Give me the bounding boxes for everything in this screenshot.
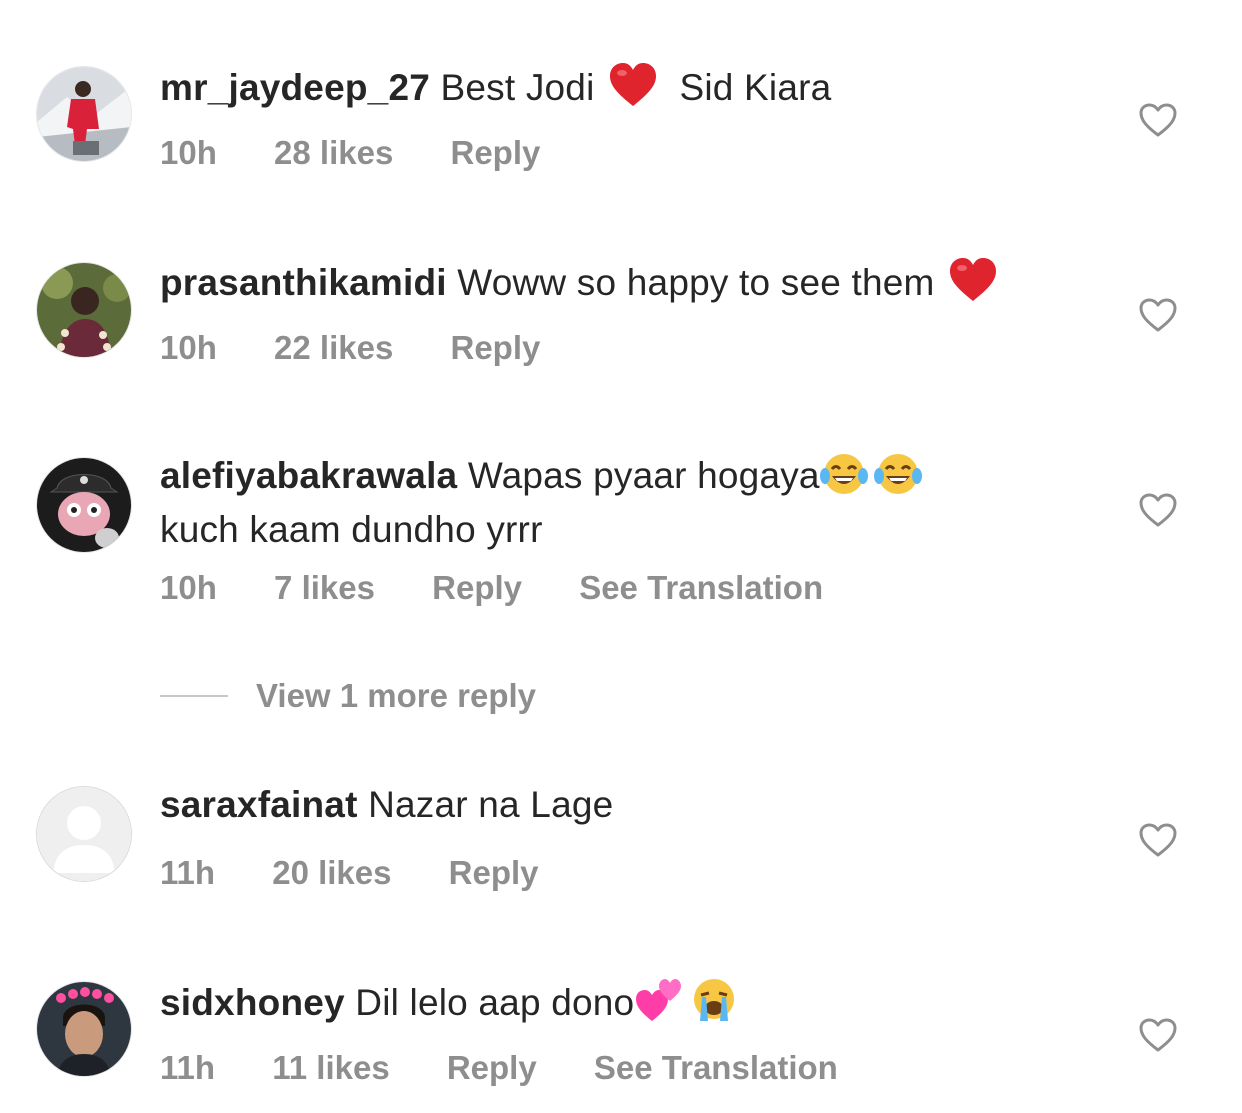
see-translation-button[interactable]: See Translation <box>579 569 823 607</box>
comment-username[interactable]: alefiyabakrawala <box>160 455 457 496</box>
comment-meta: 11h 20 likes Reply <box>160 854 587 892</box>
comment-username[interactable]: saraxfainat <box>160 784 358 825</box>
comment-username[interactable]: prasanthikamidi <box>160 262 447 303</box>
comment-likes[interactable]: 20 likes <box>272 854 391 892</box>
comment-message: Woww so happy to see them <box>457 262 935 303</box>
comment-text: saraxfainat Nazar na Lage <box>160 782 1080 828</box>
like-heart-icon[interactable] <box>1138 297 1178 333</box>
comment-message-line2: kuch kaam dundho yrrr <box>160 509 543 550</box>
like-heart-icon[interactable] <box>1138 1017 1178 1053</box>
reply-button[interactable]: Reply <box>451 134 541 172</box>
reply-button[interactable]: Reply <box>451 329 541 367</box>
comment-message: Best Jodi <box>440 67 595 108</box>
reply-button[interactable]: Reply <box>447 1049 537 1087</box>
comment-username[interactable]: mr_jaydeep_27 <box>160 67 430 108</box>
comment-message: Dil lelo aap dono <box>355 982 635 1023</box>
user-avatar[interactable] <box>36 66 132 162</box>
comment-time: 11h <box>160 1049 216 1086</box>
red-heart-icon <box>948 257 998 314</box>
user-avatar[interactable] <box>36 262 132 358</box>
comment-meta: 10h 28 likes Reply <box>160 134 588 172</box>
comment-time: 11h <box>160 854 216 891</box>
user-avatar[interactable] <box>36 981 132 1077</box>
comment-username[interactable]: sidxhoney <box>160 982 345 1023</box>
comment-time: 10h <box>160 329 217 366</box>
comment-time: 10h <box>160 134 217 171</box>
view-more-replies-label: View 1 more reply <box>256 677 537 714</box>
comment-likes[interactable]: 28 likes <box>274 134 393 172</box>
user-avatar[interactable] <box>36 457 132 553</box>
comment-meta: 11h 11 likes Reply See Translation <box>160 1049 886 1087</box>
comment-meta: 10h 7 likes Reply See Translation <box>160 569 871 607</box>
comment-text: sidxhoney Dil lelo aap dono <box>160 977 1080 1034</box>
comment-message: Wapas pyaar hogaya <box>467 455 820 496</box>
comment-text: alefiyabakrawala Wapas pyaar hogaya kuch… <box>160 452 1080 553</box>
see-translation-button[interactable]: See Translation <box>594 1049 838 1087</box>
tears-of-joy-icon <box>873 452 922 507</box>
tears-of-joy-icon <box>819 452 868 507</box>
comment-message: Nazar na Lage <box>368 784 614 825</box>
comment-likes[interactable]: 7 likes <box>274 569 375 607</box>
comment-time: 10h <box>160 569 217 606</box>
reply-button[interactable]: Reply <box>432 569 522 607</box>
comment-text: prasanthikamidi Woww so happy to see the… <box>160 257 1080 314</box>
comment-text: mr_jaydeep_27 Best Jodi Sid Kiara <box>160 62 1080 119</box>
view-more-replies-button[interactable]: View 1 more reply <box>160 676 536 716</box>
comment-likes[interactable]: 11 likes <box>272 1049 389 1087</box>
default-user-avatar-icon[interactable] <box>36 786 132 882</box>
like-heart-icon[interactable] <box>1138 822 1178 858</box>
comment-message-tail: Sid Kiara <box>679 67 832 108</box>
reply-button[interactable]: Reply <box>449 854 539 892</box>
comment-likes[interactable]: 22 likes <box>274 329 393 367</box>
reply-thread-line <box>160 695 228 697</box>
loudly-crying-icon <box>690 977 738 1034</box>
two-hearts-icon <box>634 977 684 1034</box>
like-heart-icon[interactable] <box>1138 102 1178 138</box>
comment-meta: 10h 22 likes Reply <box>160 329 588 367</box>
red-heart-icon <box>608 62 658 119</box>
like-heart-icon[interactable] <box>1138 492 1178 528</box>
